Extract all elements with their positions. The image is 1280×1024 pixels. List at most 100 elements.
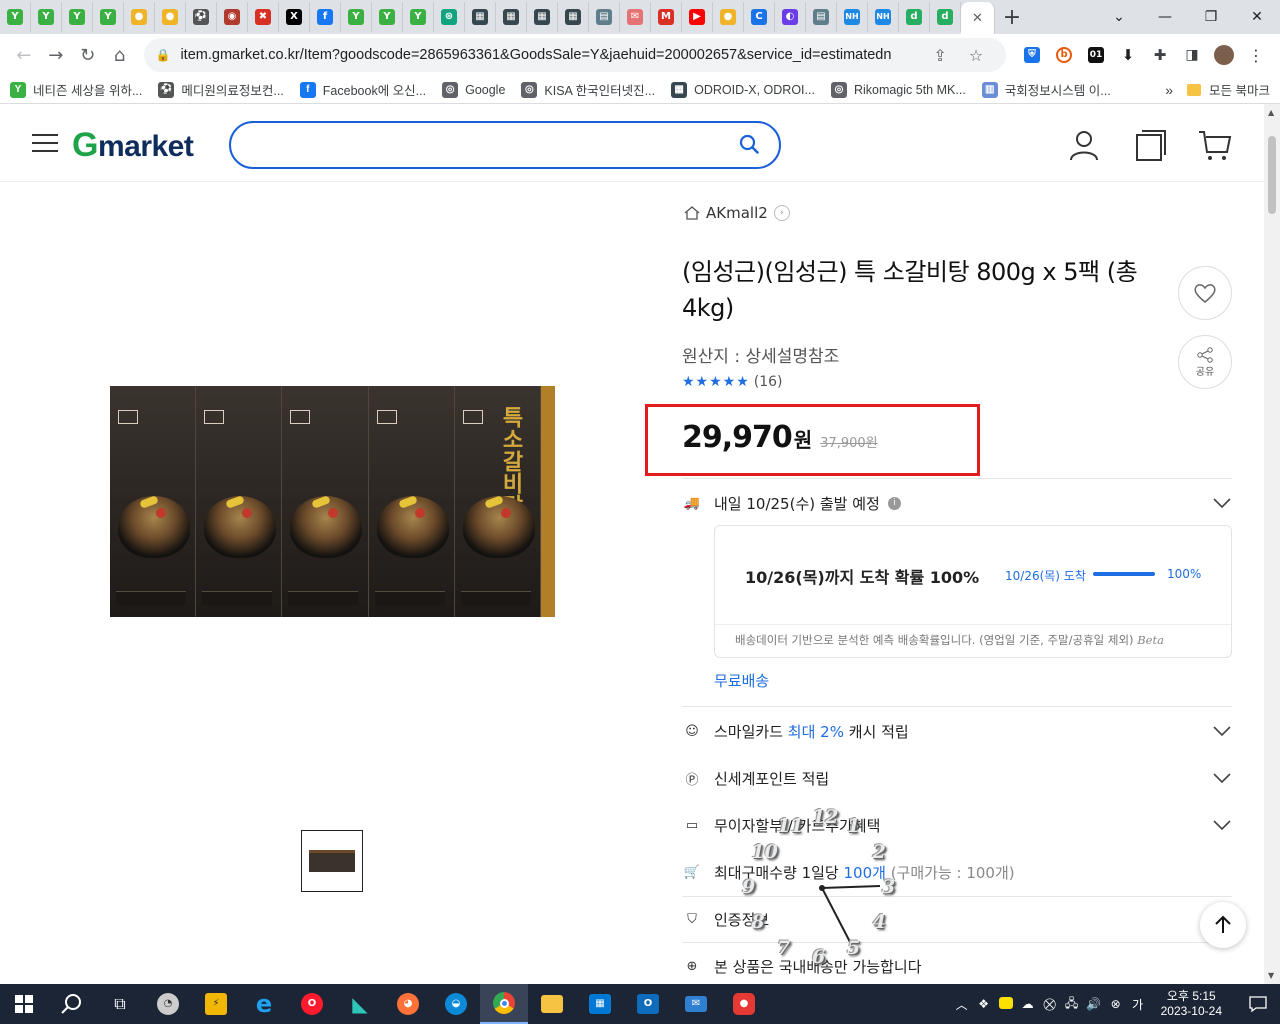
- bookmarks-overflow-button[interactable]: »: [1165, 82, 1173, 98]
- browser-tab[interactable]: d: [899, 2, 930, 32]
- puzzle-extensions-icon[interactable]: ✚: [1144, 43, 1176, 67]
- edge-icon[interactable]: ◒: [432, 984, 480, 1024]
- bookmark-item[interactable]: ⚽ 메디원의료정보컨...: [158, 80, 284, 99]
- chrome-menu-icon[interactable]: ⋮: [1240, 43, 1272, 67]
- tray-app-icon[interactable]: ❖: [973, 997, 995, 1011]
- network-icon[interactable]: 🖧: [1061, 994, 1083, 1015]
- installment-row[interactable]: ▭ 무이자할부 / 카드추가혜택: [682, 810, 1232, 840]
- taskbar-clock[interactable]: 오후 5:15 2023-10-24: [1161, 989, 1222, 1019]
- home-button[interactable]: ⌂: [104, 45, 136, 66]
- browser-tab[interactable]: ◐: [775, 2, 806, 32]
- ime-indicator[interactable]: 가: [1127, 996, 1149, 1013]
- browser-tab[interactable]: ⚽: [186, 2, 217, 32]
- share-page-icon[interactable]: ⇪: [922, 46, 958, 65]
- browser-tab[interactable]: X: [279, 2, 310, 32]
- scroll-down-arrow[interactable]: ▼: [1268, 971, 1274, 980]
- forward-button[interactable]: →: [40, 45, 72, 66]
- side-panel-icon[interactable]: ◨: [1176, 43, 1208, 67]
- product-rating[interactable]: ★★★★★ (16): [682, 374, 783, 390]
- browser-tab[interactable]: ▤: [806, 2, 837, 32]
- taskbar-search-icon[interactable]: [48, 984, 96, 1024]
- browser-tab[interactable]: M: [651, 2, 682, 32]
- scroll-to-top-button[interactable]: [1200, 902, 1246, 948]
- chevron-down-icon[interactable]: [1212, 772, 1232, 784]
- browser-tab[interactable]: C: [744, 2, 775, 32]
- browser-tab[interactable]: ●: [155, 2, 186, 32]
- start-button[interactable]: [0, 984, 48, 1024]
- recent-items-icon[interactable]: [1134, 128, 1168, 162]
- internet-explorer-icon[interactable]: e: [240, 984, 288, 1024]
- bookmark-item[interactable]: ◎ Rikomagic 5th MK...: [830, 81, 966, 98]
- cart-icon[interactable]: [1198, 128, 1232, 162]
- all-bookmarks-folder[interactable]: 모든 북마크: [1187, 80, 1270, 99]
- shinsegae-point-row[interactable]: Ⓟ 신세계포인트 적립: [682, 763, 1232, 793]
- b-extension-icon[interactable]: b: [1048, 43, 1080, 67]
- active-tab-close-button[interactable]: ✕: [961, 2, 995, 34]
- browser-tab[interactable]: Y: [0, 2, 31, 32]
- address-bar[interactable]: 🔒 item.gmarket.co.kr/Item?goodscode=2865…: [143, 38, 1007, 72]
- browser-tab[interactable]: Y: [93, 2, 124, 32]
- browser-tab[interactable]: d: [930, 2, 961, 32]
- app-bird-icon[interactable]: ◣: [336, 984, 384, 1024]
- browser-tab[interactable]: ▦: [465, 2, 496, 32]
- counter-extension-icon[interactable]: 01: [1080, 43, 1112, 67]
- bookmark-item[interactable]: ◎ KISA 한국인터넷진...: [521, 80, 655, 99]
- shield-extension-icon[interactable]: ⛨: [1016, 43, 1048, 67]
- firefox-icon[interactable]: ◕: [384, 984, 432, 1024]
- browser-tab[interactable]: ▤: [589, 2, 620, 32]
- opera-icon[interactable]: O: [288, 984, 336, 1024]
- browser-tab[interactable]: NH: [868, 2, 899, 32]
- share-button[interactable]: 공유: [1178, 335, 1232, 389]
- clock-app-icon[interactable]: ◔: [144, 984, 192, 1024]
- browser-tab[interactable]: NH: [837, 2, 868, 32]
- bookmark-item[interactable]: ◎ Google: [442, 81, 505, 98]
- browser-tab[interactable]: ▶: [682, 2, 713, 32]
- menu-hamburger-icon[interactable]: [32, 134, 58, 152]
- minimize-button[interactable]: —: [1142, 9, 1188, 25]
- browser-tab[interactable]: Y: [403, 2, 434, 32]
- browser-tab[interactable]: ✖: [248, 2, 279, 32]
- browser-tab[interactable]: ▦: [527, 2, 558, 32]
- browser-tab[interactable]: Y: [341, 2, 372, 32]
- restore-button[interactable]: ❐: [1188, 9, 1234, 25]
- product-thumbnail[interactable]: [301, 830, 363, 892]
- product-main-image[interactable]: 특소갈비탕: [110, 386, 555, 617]
- store-icon[interactable]: ▦: [576, 984, 624, 1024]
- app-yellow-icon[interactable]: ⚡: [192, 984, 240, 1024]
- new-tab-button[interactable]: +: [995, 5, 1029, 30]
- volume-icon[interactable]: 🔊: [1083, 997, 1105, 1011]
- chevron-down-icon[interactable]: [1212, 819, 1232, 831]
- scrollbar-thumb[interactable]: [1268, 136, 1276, 214]
- browser-tab[interactable]: ●: [124, 2, 155, 32]
- search-input[interactable]: [251, 133, 731, 157]
- browser-tab[interactable]: f: [310, 2, 341, 32]
- gmarket-logo[interactable]: Gmarket: [72, 126, 194, 165]
- task-view-icon[interactable]: ⧉: [96, 984, 144, 1024]
- page-viewport[interactable]: Gmarket 특소갈비탕 AKmall2 › (임성근)(임성근) 특 소갈비…: [0, 104, 1264, 984]
- tray-overflow-icon[interactable]: ︿: [951, 996, 973, 1013]
- bookmark-item[interactable]: f Facebook에 오신...: [299, 80, 426, 99]
- file-explorer-icon[interactable]: [528, 984, 576, 1024]
- smilecard-row[interactable]: ☺ 스마일카드 최대 2% 캐시 적립: [682, 716, 1232, 746]
- reload-button[interactable]: ↻: [72, 45, 104, 66]
- bookmark-item[interactable]: ▦ ODROID-X, ODROI...: [671, 81, 815, 98]
- bookmark-star-icon[interactable]: ☆: [958, 46, 994, 65]
- outlook-icon[interactable]: O: [624, 984, 672, 1024]
- chrome-icon[interactable]: [480, 984, 528, 1024]
- notification-center-icon[interactable]: [1236, 996, 1280, 1012]
- kakaotalk-icon[interactable]: [995, 996, 1017, 1012]
- bookmark-item[interactable]: Y 네티즌 세상을 위하...: [10, 80, 142, 99]
- tray-security-icon[interactable]: ⛒: [1039, 997, 1061, 1012]
- free-shipping-link[interactable]: 무료배송: [714, 670, 769, 691]
- delivery-row[interactable]: 🚚 내일 10/25(수) 출발 예정 i: [682, 488, 1232, 518]
- browser-tab[interactable]: ⊛: [434, 2, 465, 32]
- download-extension-icon[interactable]: ⬇: [1112, 43, 1144, 67]
- browser-tab[interactable]: ▦: [496, 2, 527, 32]
- my-account-icon[interactable]: [1067, 128, 1101, 162]
- browser-tab[interactable]: ●: [713, 2, 744, 32]
- tab-search-icon[interactable]: ⌄: [1096, 9, 1142, 25]
- app-red-icon[interactable]: ●: [720, 984, 768, 1024]
- certification-row[interactable]: ⛉ 인증정보: [682, 904, 1232, 934]
- url-text[interactable]: item.gmarket.co.kr/Item?goodscode=286596…: [180, 47, 922, 63]
- info-icon[interactable]: i: [887, 496, 901, 510]
